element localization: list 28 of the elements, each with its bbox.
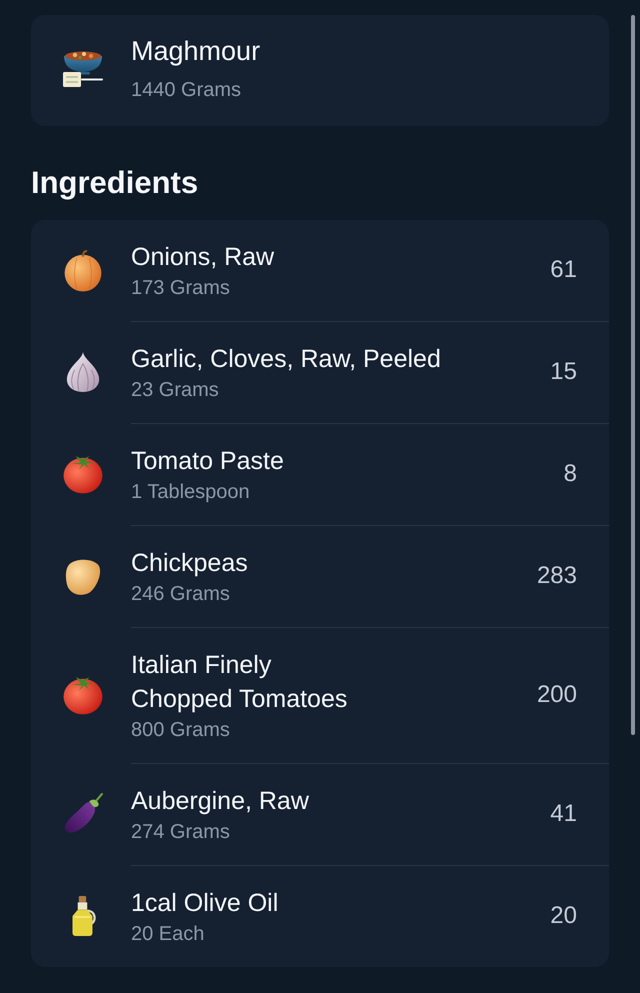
ingredient-amount: 23 Grams — [131, 378, 220, 402]
aubergine-icon — [62, 793, 104, 835]
ingredient-name: Italian Finely Chopped Tomatoes — [131, 650, 348, 715]
ingredient-amount: 173 Grams — [131, 276, 231, 300]
recipe-weight: 1440 Grams — [131, 78, 242, 102]
ingredient-name: Tomato Paste — [131, 446, 284, 477]
ingredient-name: Chickpeas — [131, 548, 248, 579]
ingredient-amount: 1 Tablespoon — [131, 480, 251, 504]
recipe-title: Maghmour — [131, 35, 260, 68]
ingredient-value: 61 — [550, 255, 577, 285]
section-heading: Ingredients — [31, 164, 200, 202]
onion-icon — [62, 250, 104, 292]
ingredient-name: Aubergine, Raw — [131, 786, 309, 817]
ingredient-name: Onions, Raw — [131, 242, 274, 273]
ingredient-amount: 246 Grams — [131, 582, 231, 606]
ingredient-name: 1cal Olive Oil — [131, 888, 278, 919]
ingredient-value: 8 — [564, 459, 577, 489]
ingredient-amount: 800 Grams — [131, 718, 231, 742]
tomato-icon — [62, 453, 104, 495]
ingredient-value: 283 — [536, 561, 577, 591]
ingredient-amount: 20 Each — [131, 922, 206, 946]
ingredient-value: 200 — [536, 680, 577, 710]
ingredient-amount: 274 Grams — [131, 820, 231, 844]
ingredient-value: 20 — [550, 901, 577, 931]
ingredient-value: 41 — [550, 799, 577, 829]
ingredient-value: 15 — [550, 357, 577, 387]
ingredient-name: Garlic, Cloves, Raw, Peeled — [131, 344, 441, 375]
tomato-icon — [62, 674, 104, 716]
